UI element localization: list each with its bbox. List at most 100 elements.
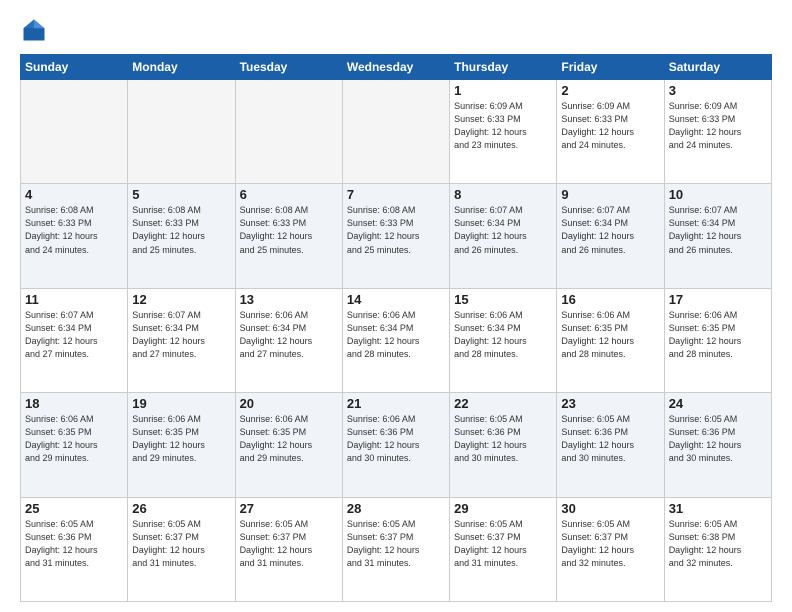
day-number: 12 <box>132 292 230 307</box>
calendar-cell: 9 Sunrise: 6:07 AM Sunset: 6:34 PM Daylig… <box>557 184 664 288</box>
calendar-cell: 7 Sunrise: 6:08 AM Sunset: 6:33 PM Daylig… <box>342 184 449 288</box>
day-number: 23 <box>561 396 659 411</box>
day-number: 20 <box>240 396 338 411</box>
day-info: Sunrise: 6:08 AM Sunset: 6:33 PM Dayligh… <box>347 204 445 256</box>
calendar-week-row: 18 Sunrise: 6:06 AM Sunset: 6:35 PM Dayli… <box>21 393 772 497</box>
logo-icon <box>20 16 48 44</box>
day-number: 22 <box>454 396 552 411</box>
day-number: 3 <box>669 83 767 98</box>
calendar-cell: 17 Sunrise: 6:06 AM Sunset: 6:35 PM Dayli… <box>664 288 771 392</box>
calendar-cell: 1Sunrise: 6:09 AM Sunset: 6:33 PM Daylig… <box>450 80 557 184</box>
day-info: Sunrise: 6:05 AM Sunset: 6:37 PM Dayligh… <box>240 518 338 570</box>
day-info: Sunrise: 6:08 AM Sunset: 6:33 PM Dayligh… <box>25 204 123 256</box>
calendar-cell: 12 Sunrise: 6:07 AM Sunset: 6:34 PM Dayli… <box>128 288 235 392</box>
day-info: Sunrise: 6:07 AM Sunset: 6:34 PM Dayligh… <box>561 204 659 256</box>
weekday-header-monday: Monday <box>128 55 235 80</box>
day-info: Sunrise: 6:05 AM Sunset: 6:36 PM Dayligh… <box>669 413 767 465</box>
day-info: Sunrise: 6:05 AM Sunset: 6:37 PM Dayligh… <box>454 518 552 570</box>
calendar-cell: 31 Sunrise: 6:05 AM Sunset: 6:38 PM Dayli… <box>664 497 771 601</box>
day-info: Sunrise: 6:05 AM Sunset: 6:36 PM Dayligh… <box>561 413 659 465</box>
weekday-header-saturday: Saturday <box>664 55 771 80</box>
day-number: 17 <box>669 292 767 307</box>
weekday-header-tuesday: Tuesday <box>235 55 342 80</box>
calendar-cell: 28 Sunrise: 6:05 AM Sunset: 6:37 PM Dayli… <box>342 497 449 601</box>
day-number: 21 <box>347 396 445 411</box>
day-info: Sunrise: 6:06 AM Sunset: 6:34 PM Dayligh… <box>240 309 338 361</box>
day-number: 10 <box>669 187 767 202</box>
day-number: 7 <box>347 187 445 202</box>
weekday-header-wednesday: Wednesday <box>342 55 449 80</box>
day-number: 15 <box>454 292 552 307</box>
calendar-cell <box>235 80 342 184</box>
day-number: 28 <box>347 501 445 516</box>
weekday-header-thursday: Thursday <box>450 55 557 80</box>
day-number: 27 <box>240 501 338 516</box>
page: SundayMondayTuesdayWednesdayThursdayFrid… <box>0 0 792 612</box>
calendar-cell: 16Sunrise: 6:06 AM Sunset: 6:35 PM Dayli… <box>557 288 664 392</box>
calendar-cell: 22Sunrise: 6:05 AM Sunset: 6:36 PM Dayli… <box>450 393 557 497</box>
calendar-cell: 27 Sunrise: 6:05 AM Sunset: 6:37 PM Dayli… <box>235 497 342 601</box>
calendar-week-row: 4 Sunrise: 6:08 AM Sunset: 6:33 PM Daylig… <box>21 184 772 288</box>
day-info: Sunrise: 6:05 AM Sunset: 6:37 PM Dayligh… <box>132 518 230 570</box>
calendar-cell: 20 Sunrise: 6:06 AM Sunset: 6:35 PM Dayli… <box>235 393 342 497</box>
day-info: Sunrise: 6:06 AM Sunset: 6:36 PM Dayligh… <box>347 413 445 465</box>
day-number: 6 <box>240 187 338 202</box>
logo <box>20 16 54 44</box>
day-number: 8 <box>454 187 552 202</box>
calendar-cell: 2 Sunrise: 6:09 AM Sunset: 6:33 PM Daylig… <box>557 80 664 184</box>
calendar-cell <box>342 80 449 184</box>
day-info: Sunrise: 6:06 AM Sunset: 6:34 PM Dayligh… <box>347 309 445 361</box>
calendar-cell: 24 Sunrise: 6:05 AM Sunset: 6:36 PM Dayli… <box>664 393 771 497</box>
day-number: 29 <box>454 501 552 516</box>
day-info: Sunrise: 6:07 AM Sunset: 6:34 PM Dayligh… <box>132 309 230 361</box>
day-number: 26 <box>132 501 230 516</box>
day-info: Sunrise: 6:06 AM Sunset: 6:35 PM Dayligh… <box>25 413 123 465</box>
calendar-cell: 3 Sunrise: 6:09 AM Sunset: 6:33 PM Daylig… <box>664 80 771 184</box>
calendar-week-row: 1 Sunrise: 6:09 AM Sunset: 6:33 PM Daylig… <box>21 80 772 184</box>
day-info: Sunrise: 6:06 AM Sunset: 6:35 PM Dayligh… <box>669 309 767 361</box>
day-info: Sunrise: 6:09 AM Sunset: 6:33 PM Dayligh… <box>561 100 659 152</box>
day-number: 24 <box>669 396 767 411</box>
calendar-cell: 25Sunrise: 6:05 AM Sunset: 6:36 PM Dayli… <box>21 497 128 601</box>
day-number: 13 <box>240 292 338 307</box>
day-info: Sunrise: 6:05 AM Sunset: 6:38 PM Dayligh… <box>669 518 767 570</box>
calendar-week-row: 11Sunrise: 6:07 AM Sunset: 6:34 PM Dayli… <box>21 288 772 392</box>
calendar-cell: 29 Sunrise: 6:05 AM Sunset: 6:37 PM Dayli… <box>450 497 557 601</box>
calendar-table: SundayMondayTuesdayWednesdayThursdayFrid… <box>20 54 772 602</box>
calendar-cell: 15 Sunrise: 6:06 AM Sunset: 6:34 PM Dayli… <box>450 288 557 392</box>
day-info: Sunrise: 6:05 AM Sunset: 6:36 PM Dayligh… <box>25 518 123 570</box>
calendar-cell: 8 Sunrise: 6:07 AM Sunset: 6:34 PM Daylig… <box>450 184 557 288</box>
day-info: Sunrise: 6:08 AM Sunset: 6:33 PM Dayligh… <box>132 204 230 256</box>
day-number: 14 <box>347 292 445 307</box>
day-info: Sunrise: 6:05 AM Sunset: 6:37 PM Dayligh… <box>347 518 445 570</box>
day-info: Sunrise: 6:07 AM Sunset: 6:34 PM Dayligh… <box>454 204 552 256</box>
calendar-week-row: 25Sunrise: 6:05 AM Sunset: 6:36 PM Dayli… <box>21 497 772 601</box>
calendar-cell <box>128 80 235 184</box>
day-info: Sunrise: 6:06 AM Sunset: 6:35 PM Dayligh… <box>240 413 338 465</box>
calendar-cell: 10 Sunrise: 6:07 AM Sunset: 6:34 PM Dayli… <box>664 184 771 288</box>
day-info: Sunrise: 6:08 AM Sunset: 6:33 PM Dayligh… <box>240 204 338 256</box>
calendar-cell: 5 Sunrise: 6:08 AM Sunset: 6:33 PM Daylig… <box>128 184 235 288</box>
day-number: 18 <box>25 396 123 411</box>
day-number: 2 <box>561 83 659 98</box>
calendar-cell: 21 Sunrise: 6:06 AM Sunset: 6:36 PM Dayli… <box>342 393 449 497</box>
day-info: Sunrise: 6:06 AM Sunset: 6:34 PM Dayligh… <box>454 309 552 361</box>
weekday-header-row: SundayMondayTuesdayWednesdayThursdayFrid… <box>21 55 772 80</box>
day-info: Sunrise: 6:06 AM Sunset: 6:35 PM Dayligh… <box>132 413 230 465</box>
header <box>20 16 772 44</box>
day-info: Sunrise: 6:07 AM Sunset: 6:34 PM Dayligh… <box>669 204 767 256</box>
day-number: 19 <box>132 396 230 411</box>
day-number: 4 <box>25 187 123 202</box>
day-number: 31 <box>669 501 767 516</box>
day-number: 1 <box>454 83 552 98</box>
calendar-cell: 19 Sunrise: 6:06 AM Sunset: 6:35 PM Dayli… <box>128 393 235 497</box>
day-number: 5 <box>132 187 230 202</box>
calendar-cell: 11Sunrise: 6:07 AM Sunset: 6:34 PM Dayli… <box>21 288 128 392</box>
calendar-cell: 18 Sunrise: 6:06 AM Sunset: 6:35 PM Dayli… <box>21 393 128 497</box>
day-info: Sunrise: 6:09 AM Sunset: 6:33 PM Dayligh… <box>669 100 767 152</box>
calendar-cell: 30Sunrise: 6:05 AM Sunset: 6:37 PM Dayli… <box>557 497 664 601</box>
calendar-cell: 14 Sunrise: 6:06 AM Sunset: 6:34 PM Dayli… <box>342 288 449 392</box>
day-number: 9 <box>561 187 659 202</box>
weekday-header-friday: Friday <box>557 55 664 80</box>
day-number: 16 <box>561 292 659 307</box>
